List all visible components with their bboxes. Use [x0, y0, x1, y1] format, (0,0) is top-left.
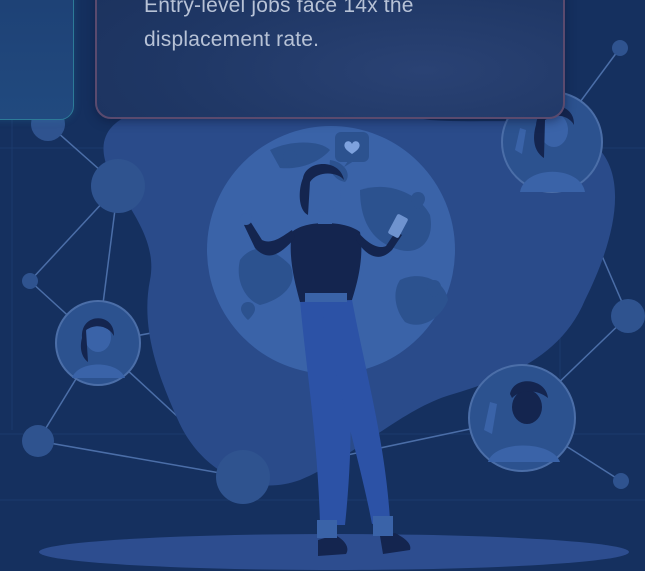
info-card-line-1: Entry-level jobs face 14x the — [144, 0, 414, 17]
info-card-left: d — [0, 0, 74, 120]
avatar-woman-left — [55, 300, 141, 386]
info-card-main: Entry-level jobs face 14x the displaceme… — [95, 0, 565, 119]
avatar-man-bottom-right — [468, 364, 576, 472]
info-card-line-2: displacement rate. — [144, 28, 320, 51]
heart-chat-bubble-icon — [335, 132, 369, 167]
info-card-main-text: Entry-level jobs face 14x the displaceme… — [144, 0, 564, 57]
